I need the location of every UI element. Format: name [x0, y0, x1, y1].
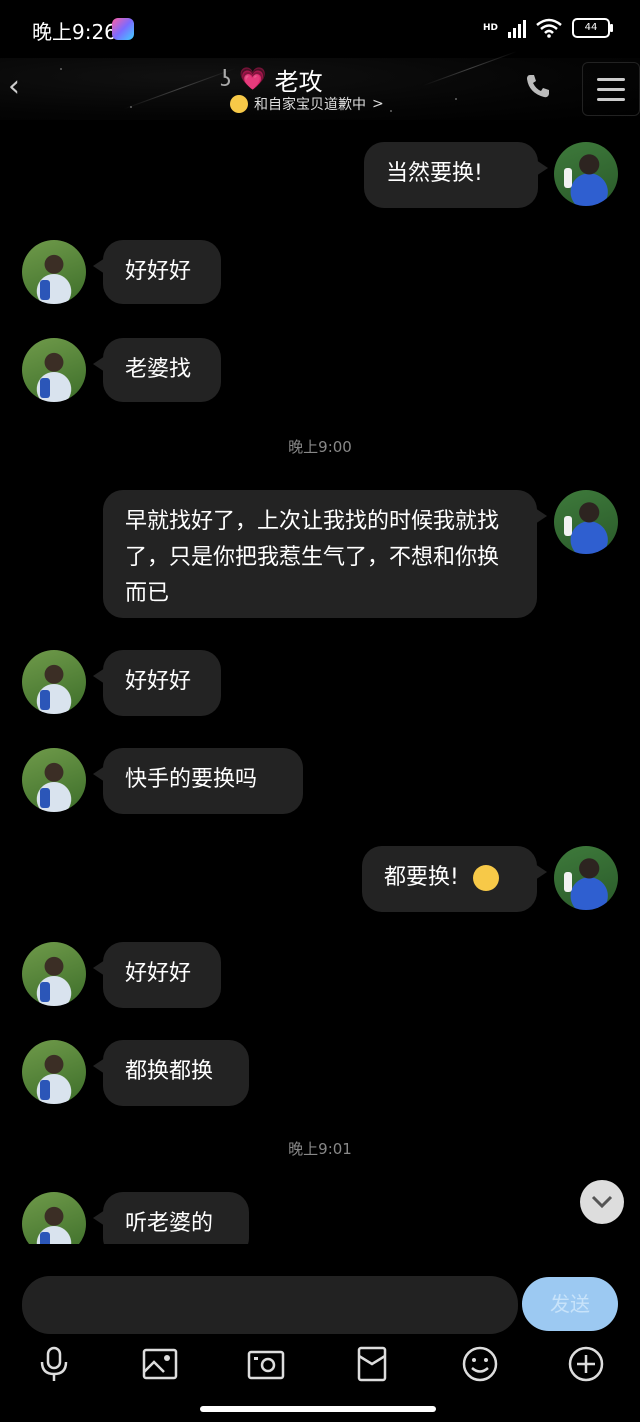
- message-input[interactable]: [22, 1276, 518, 1334]
- message-text: 都要换!: [384, 865, 459, 890]
- avatar-contact[interactable]: [22, 1040, 86, 1104]
- avatar-contact[interactable]: [22, 748, 86, 812]
- network-type: HD: [482, 22, 498, 33]
- crying-emoji-icon: [230, 95, 248, 113]
- input-toolbar: [0, 1336, 640, 1392]
- avatar-self[interactable]: [554, 846, 618, 910]
- message-bubble[interactable]: 好好好: [93, 942, 221, 1008]
- message-bubble[interactable]: 早就找好了，上次让我找的时候我就找了，只是你把我惹生气了，不想和你换而已: [103, 490, 547, 618]
- time-separator: 晚上9:00: [288, 438, 352, 456]
- avatar-contact[interactable]: [22, 942, 86, 1006]
- signal-icon: [508, 18, 526, 38]
- send-button[interactable]: 发送: [522, 1277, 618, 1331]
- red-packet-icon[interactable]: [352, 1344, 392, 1384]
- contact-name: 老攻: [274, 68, 323, 96]
- back-button[interactable]: ‹: [8, 70, 32, 104]
- status-time: 晚上9:26: [32, 20, 117, 44]
- chat-header: ‹ ʖ 💗 老攻 和自家宝贝道歉中 >: [0, 50, 640, 120]
- message-bubble[interactable]: 听老婆的: [93, 1192, 249, 1244]
- camera-icon[interactable]: [246, 1344, 286, 1384]
- message-bubble[interactable]: 老婆找: [93, 338, 221, 402]
- heart-icon: 💗: [239, 67, 267, 92]
- battery-icon: 44: [572, 18, 613, 38]
- menu-button[interactable]: [582, 62, 640, 116]
- avatar-self[interactable]: [554, 490, 618, 554]
- chevron-down-icon: [591, 1195, 613, 1209]
- message-bubble[interactable]: 快手的要换吗: [93, 748, 303, 814]
- message-bubble[interactable]: 好好好: [93, 650, 221, 716]
- image-icon[interactable]: [140, 1344, 180, 1384]
- plus-icon[interactable]: [566, 1344, 606, 1384]
- mic-icon[interactable]: [34, 1344, 74, 1384]
- battery-level: 44: [584, 22, 598, 33]
- emoji-icon[interactable]: [460, 1344, 500, 1384]
- avatar-self[interactable]: [554, 142, 618, 206]
- message-list[interactable]: 当然要换! 好好好 老婆找 晚上9:00 早就找好了，上次让我找的时候我就找了，…: [0, 120, 640, 1244]
- status-subtitle[interactable]: 和自家宝贝道歉中 >: [230, 94, 384, 114]
- status-bar: 晚上9:26 HD 44: [0, 0, 640, 60]
- chevron-right-icon: >: [372, 96, 384, 112]
- home-indicator[interactable]: [200, 1406, 436, 1412]
- app-notification-icon: [112, 18, 134, 40]
- status-indicators: HD 44: [482, 18, 613, 38]
- avatar-contact[interactable]: [22, 1192, 86, 1244]
- message-bubble[interactable]: 好好好: [93, 240, 221, 304]
- time-separator: 晚上9:01: [288, 1140, 352, 1158]
- message-bubble[interactable]: 都换都换: [93, 1040, 249, 1106]
- ear-icon: ʖ: [220, 67, 232, 92]
- message-bubble[interactable]: 都要换!: [362, 846, 547, 912]
- phone-icon[interactable]: [524, 72, 552, 107]
- subtitle-text: 和自家宝贝道歉中: [254, 97, 366, 113]
- avatar-contact[interactable]: [22, 240, 86, 304]
- avatar-contact[interactable]: [22, 650, 86, 714]
- avatar-contact[interactable]: [22, 338, 86, 402]
- message-bubble[interactable]: 当然要换!: [364, 142, 548, 208]
- title-row[interactable]: ʖ 💗 老攻: [220, 62, 323, 97]
- confused-emoji-icon: [472, 865, 499, 891]
- scroll-to-bottom-button[interactable]: [580, 1180, 624, 1224]
- wifi-icon: [536, 18, 562, 38]
